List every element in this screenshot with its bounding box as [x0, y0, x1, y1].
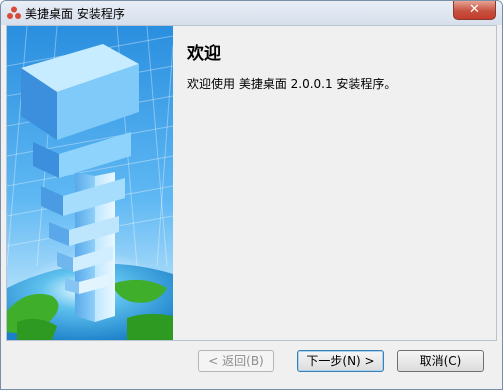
close-icon: ✕: [469, 2, 480, 17]
welcome-message: 欢迎使用 美捷桌面 2.0.0.1 安装程序。: [187, 77, 397, 91]
close-button[interactable]: ✕: [453, 1, 496, 20]
cancel-button[interactable]: 取消(C): [397, 350, 484, 372]
app-logo-icon: [7, 6, 21, 19]
welcome-heading: 欢迎: [187, 44, 221, 64]
welcome-pane: 欢迎 欢迎使用 美捷桌面 2.0.0.1 安装程序。: [173, 26, 496, 340]
window-title: 美捷桌面 安装程序: [25, 7, 125, 21]
installer-window: 美捷桌面 安装程序 ✕ 欢迎 欢迎使用 美捷桌面 2.0.0.1 安装程序。 <…: [0, 0, 503, 390]
wizard-content: 欢迎 欢迎使用 美捷桌面 2.0.0.1 安装程序。: [6, 25, 497, 341]
back-button[interactable]: < 返回(B): [198, 350, 274, 372]
welcome-banner-image: [7, 26, 173, 340]
title-bar[interactable]: 美捷桌面 安装程序 ✕: [1, 1, 502, 25]
next-button[interactable]: 下一步(N) >: [297, 350, 384, 372]
